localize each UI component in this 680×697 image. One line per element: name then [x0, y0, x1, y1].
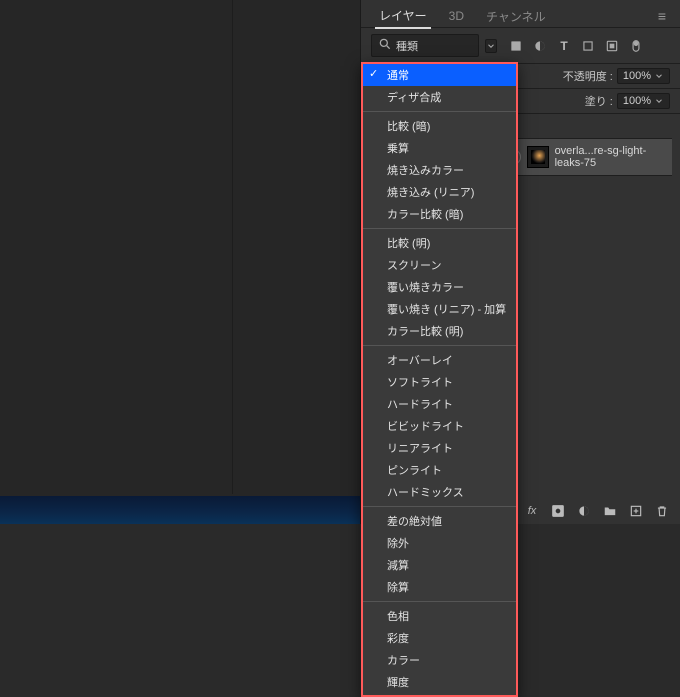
tab-channels[interactable]: チャンネル: [482, 5, 550, 28]
fill-value: 100%: [623, 95, 651, 107]
blend-mode-option[interactable]: カラー比較 (暗): [363, 203, 516, 225]
canvas-area: [0, 0, 360, 524]
panel-menu-icon[interactable]: ≡: [658, 8, 670, 24]
blend-mode-option[interactable]: ビビッドライト: [363, 415, 516, 437]
adjustment-icon[interactable]: [576, 504, 592, 518]
blend-mode-option[interactable]: 通常: [363, 64, 516, 86]
tab-layers[interactable]: レイヤー: [375, 4, 431, 29]
blend-mode-option[interactable]: 比較 (明): [363, 232, 516, 254]
search-icon: [378, 37, 392, 54]
filter-pixel-icon[interactable]: [509, 39, 523, 53]
menu-separator: [363, 228, 516, 229]
panel-tabs: レイヤー 3D チャンネル ≡: [361, 0, 680, 28]
layer-name: overla...re-sg-light-leaks-75: [555, 145, 664, 169]
blend-mode-option[interactable]: 乗算: [363, 137, 516, 159]
blend-mode-option[interactable]: カラー: [363, 649, 516, 671]
filter-row: 種類 T: [361, 28, 680, 64]
opacity-input[interactable]: 100%: [617, 68, 670, 84]
blend-mode-option[interactable]: リニアライト: [363, 437, 516, 459]
folder-icon[interactable]: [602, 504, 618, 518]
filter-chevron[interactable]: [485, 39, 497, 53]
filter-type-icon[interactable]: T: [557, 39, 571, 53]
blend-mode-option[interactable]: 焼き込みカラー: [363, 159, 516, 181]
blend-mode-option[interactable]: 焼き込み (リニア): [363, 181, 516, 203]
layer-thumbnail: [527, 146, 549, 168]
filter-shape-icon[interactable]: [581, 39, 595, 53]
blend-mode-dropdown[interactable]: 通常ディザ合成比較 (暗)乗算焼き込みカラー焼き込み (リニア)カラー比較 (暗…: [361, 62, 518, 697]
blend-mode-option[interactable]: 色相: [363, 605, 516, 627]
blend-mode-option[interactable]: 差の絶対値: [363, 510, 516, 532]
filter-text: 種類: [396, 38, 418, 54]
layer-item[interactable]: overla...re-sg-light-leaks-75: [501, 138, 672, 176]
blend-mode-option[interactable]: 彩度: [363, 627, 516, 649]
blend-mode-option[interactable]: ハードライト: [363, 393, 516, 415]
menu-separator: [363, 111, 516, 112]
blend-mode-option[interactable]: 輝度: [363, 671, 516, 693]
blend-mode-option[interactable]: ピンライト: [363, 459, 516, 481]
fill-input[interactable]: 100%: [617, 93, 670, 109]
blend-mode-option[interactable]: オーバーレイ: [363, 349, 516, 371]
blend-mode-option[interactable]: スクリーン: [363, 254, 516, 276]
blend-mode-option[interactable]: カラー比較 (明): [363, 320, 516, 342]
blend-mode-option[interactable]: 覆い焼き (リニア) - 加算: [363, 298, 516, 320]
blend-mode-option[interactable]: 減算: [363, 554, 516, 576]
filter-smart-icon[interactable]: [605, 39, 619, 53]
filter-adjust-icon[interactable]: [533, 39, 547, 53]
fill-label: 塗り :: [585, 93, 613, 109]
menu-separator: [363, 345, 516, 346]
blend-mode-option[interactable]: ディザ合成: [363, 86, 516, 108]
opacity-value: 100%: [623, 70, 651, 82]
canvas-image: [0, 496, 360, 524]
menu-separator: [363, 601, 516, 602]
blend-mode-option[interactable]: 覆い焼きカラー: [363, 276, 516, 298]
fx-icon[interactable]: fx: [524, 505, 540, 517]
layer-filter-dropdown[interactable]: 種類: [371, 34, 479, 57]
opacity-label: 不透明度 :: [563, 68, 613, 84]
canvas-divider: [232, 0, 233, 494]
blend-mode-option[interactable]: 比較 (暗): [363, 115, 516, 137]
new-layer-icon[interactable]: [628, 504, 644, 518]
menu-separator: [363, 506, 516, 507]
blend-mode-option[interactable]: ハードミックス: [363, 481, 516, 503]
tab-3d[interactable]: 3D: [445, 6, 468, 26]
mask-icon[interactable]: [550, 504, 566, 518]
trash-icon[interactable]: [654, 504, 670, 518]
blend-mode-option[interactable]: 除外: [363, 532, 516, 554]
filter-toggle-icon[interactable]: [629, 39, 643, 53]
blend-mode-option[interactable]: ソフトライト: [363, 371, 516, 393]
blend-mode-option[interactable]: 除算: [363, 576, 516, 598]
layer-panel-footer: fx: [524, 504, 670, 518]
filter-type-icons: T: [509, 39, 643, 53]
